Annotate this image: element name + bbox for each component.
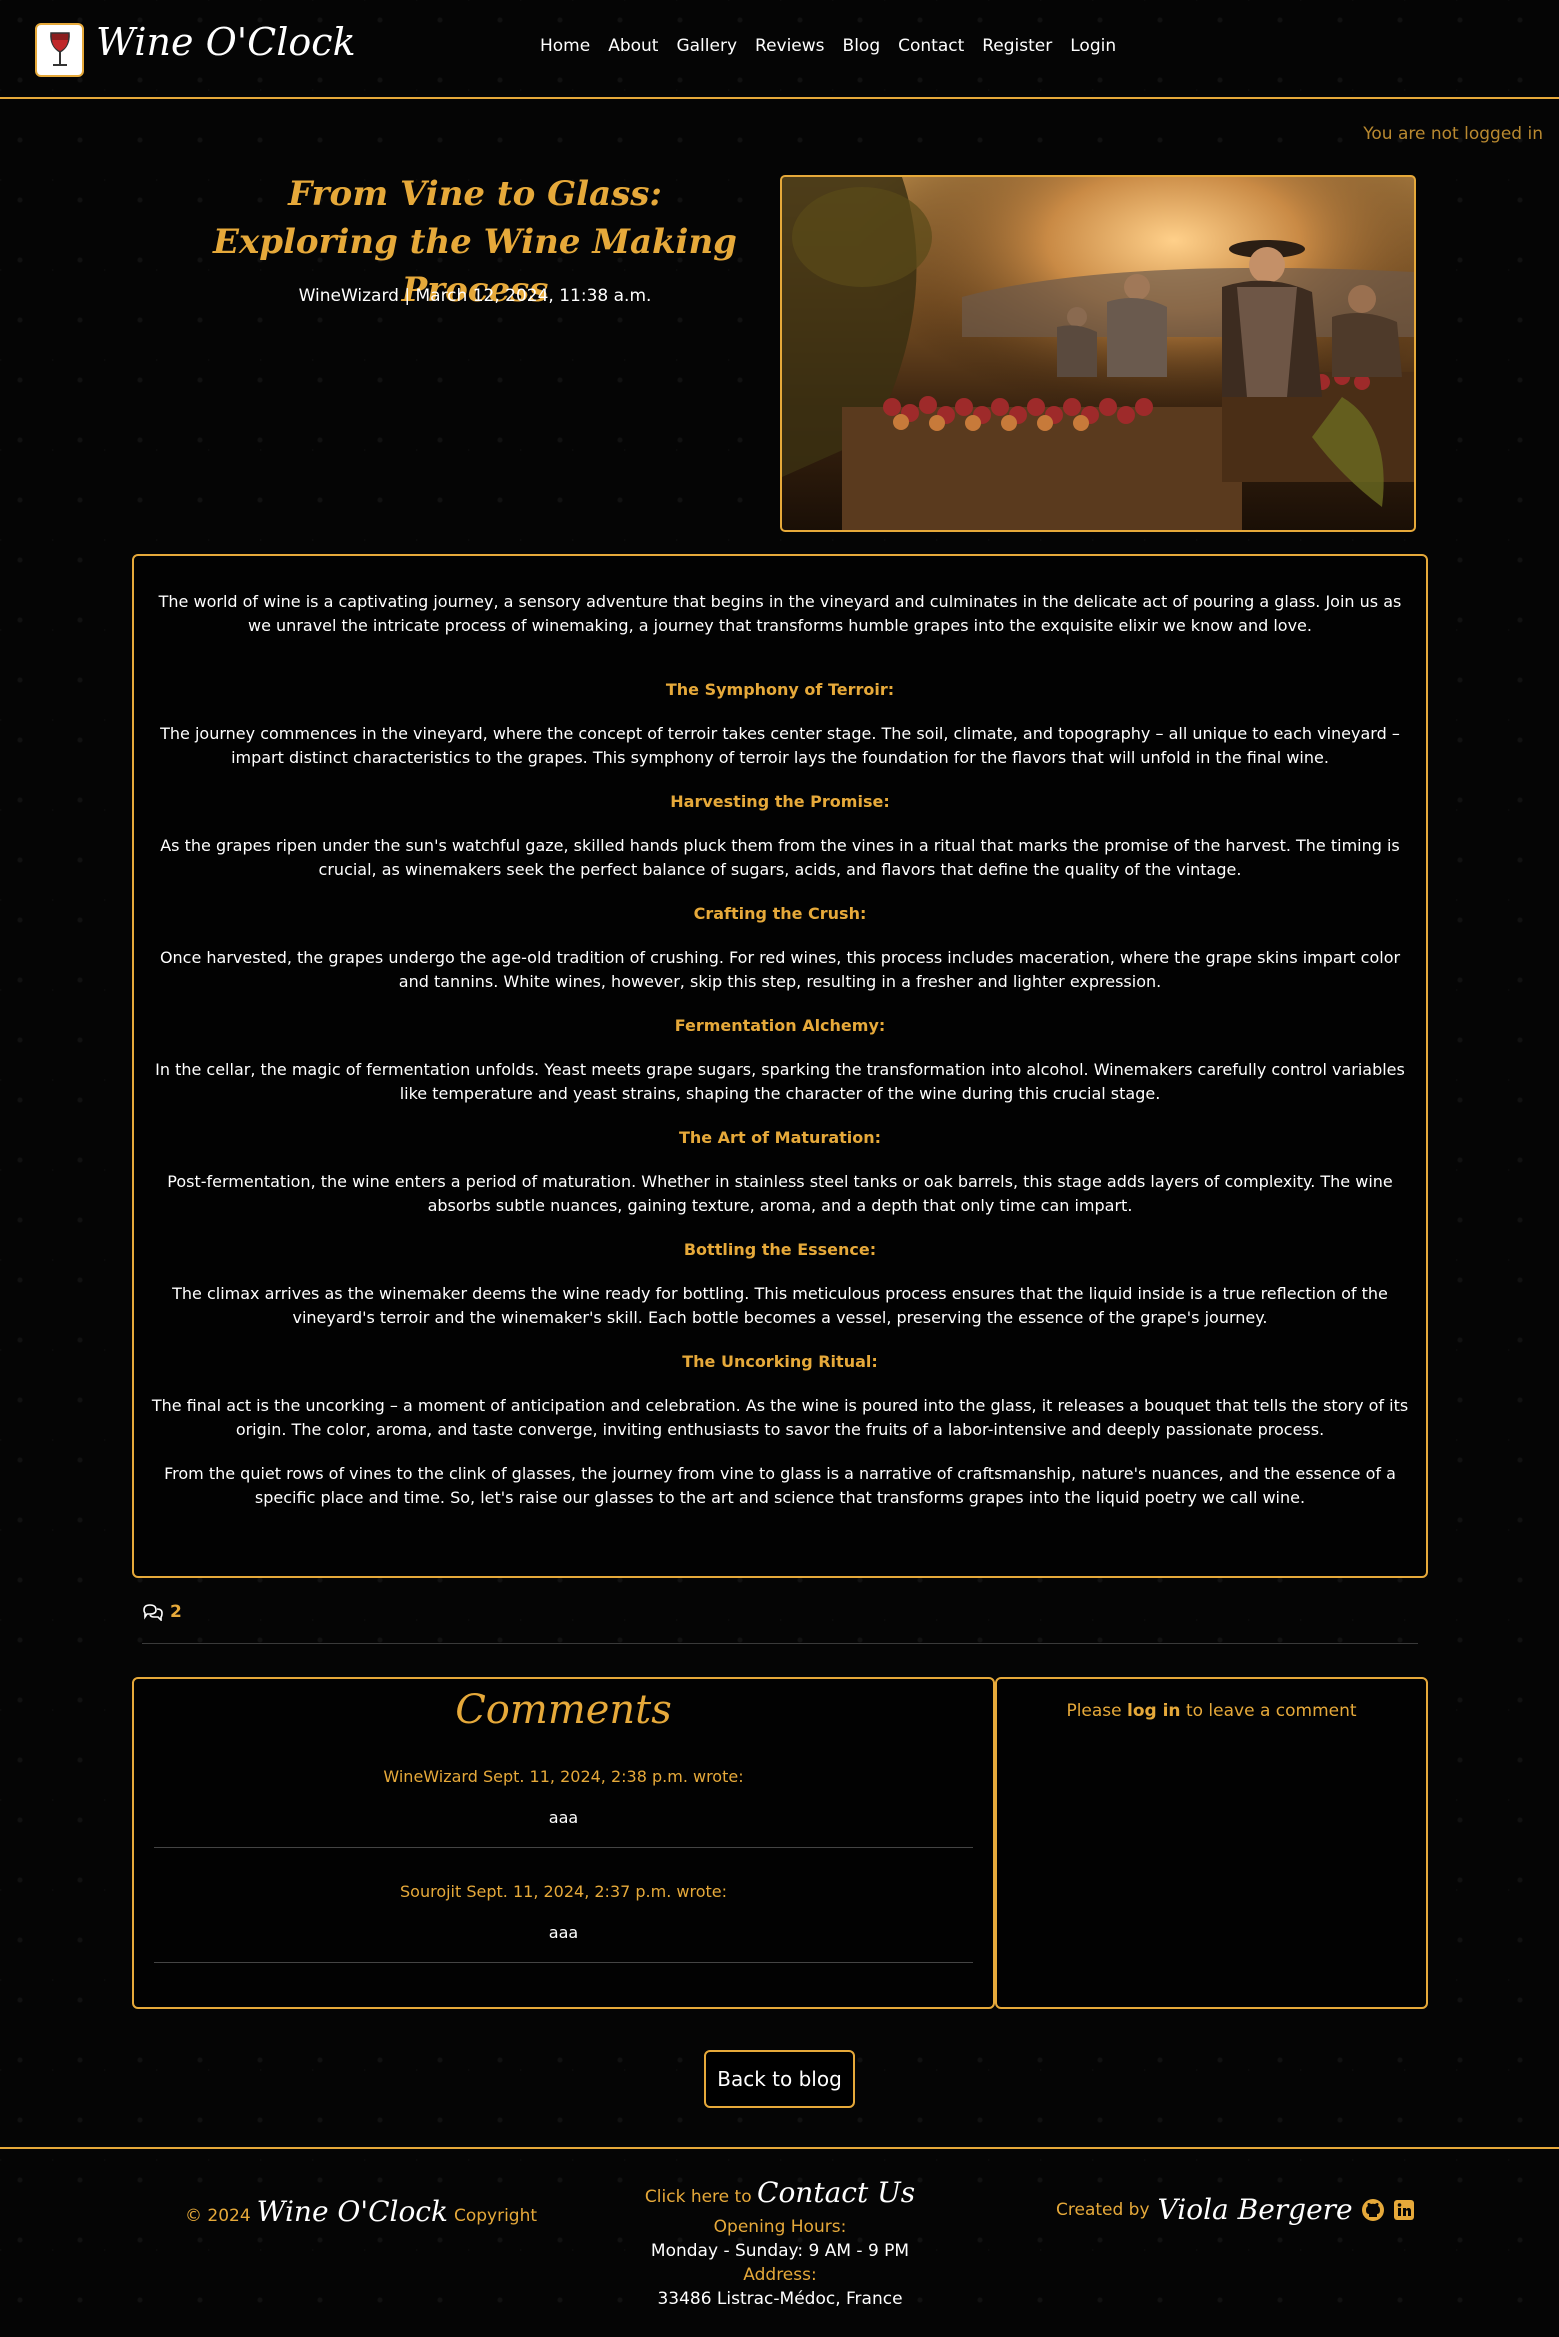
footer-credit: Created by Viola Bergere: [1056, 2193, 1415, 2226]
main-nav: Home About Gallery Reviews Blog Contact …: [540, 36, 1134, 56]
section-heading: Harvesting the Promise:: [670, 792, 890, 811]
nav-register[interactable]: Register: [982, 36, 1052, 56]
brand-name[interactable]: Wine O'Clock: [96, 20, 356, 64]
section-text: As the grapes ripen under the sun's watc…: [160, 836, 1400, 879]
section-heading: Fermentation Alchemy:: [674, 1016, 886, 1035]
github-icon[interactable]: [1361, 2198, 1385, 2222]
login-prompt-prefix: Please: [1066, 1701, 1128, 1721]
section-heading: The Uncorking Ritual:: [682, 1352, 878, 1371]
comment-count: 2: [142, 1602, 182, 1622]
opening-hours: Monday - Sunday: 9 AM - 9 PM: [650, 2241, 910, 2261]
nav-home[interactable]: Home: [540, 36, 590, 56]
author-name: Viola Bergere: [1157, 2193, 1353, 2226]
section-text: Post-fermentation, the wine enters a per…: [167, 1172, 1393, 1215]
section-text: The journey commences in the vineyard, w…: [160, 724, 1400, 767]
footer-contact: Click here to Contact Us Opening Hours: …: [560, 2179, 1000, 2311]
section-text: The climax arrives as the winemaker deem…: [172, 1284, 1388, 1327]
nav-blog[interactable]: Blog: [843, 36, 881, 56]
linkedin-icon[interactable]: [1393, 2199, 1415, 2221]
section-text: The final act is the uncorking – a momen…: [151, 1396, 1409, 1439]
comment-item: WineWizard Sept. 11, 2024, 2:38 p.m. wro…: [154, 1733, 973, 1848]
address-label: Address:: [743, 2265, 817, 2285]
login-prompt-suffix: to leave a comment: [1180, 1701, 1357, 1721]
section-heading: Crafting the Crush:: [693, 904, 867, 923]
comment-author-date: WineWizard Sept. 11, 2024, 2:38 p.m. wro…: [383, 1767, 744, 1786]
copyright-year: © 2024: [185, 2206, 251, 2226]
site-header: Wine O'Clock Home About Gallery Reviews …: [0, 0, 1559, 99]
article-closing: From the quiet rows of vines to the clin…: [164, 1464, 1396, 1507]
site-footer: © 2024 Wine O'Clock Copyright Click here…: [0, 2147, 1559, 2337]
section-heading: Bottling the Essence:: [683, 1240, 877, 1259]
article-body: The world of wine is a captivating journ…: [132, 554, 1428, 1578]
nav-contact[interactable]: Contact: [898, 36, 964, 56]
login-status: You are not logged in: [1363, 124, 1543, 144]
comment-body: aaa: [548, 1808, 579, 1827]
address: 33486 Listrac-Médoc, France: [657, 2289, 903, 2309]
comments-icon: [143, 1604, 163, 1621]
nav-login[interactable]: Login: [1070, 36, 1116, 56]
harvest-image: [780, 175, 1416, 532]
section-heading: The Art of Maturation:: [678, 1128, 882, 1147]
comment-body: aaa: [548, 1923, 579, 1942]
comment-author-date: Sourojit Sept. 11, 2024, 2:37 p.m. wrote…: [400, 1882, 727, 1901]
comments-title: Comments: [455, 1687, 672, 1733]
comment-item: Sourojit Sept. 11, 2024, 2:37 p.m. wrote…: [154, 1848, 973, 1963]
copyright-text: Copyright: [453, 2206, 538, 2226]
leave-comment-panel: Please log in to leave a comment: [995, 1677, 1428, 2009]
comments-panel: Comments WineWizard Sept. 11, 2024, 2:38…: [132, 1677, 995, 2009]
nav-gallery[interactable]: Gallery: [676, 36, 737, 56]
logo-icon[interactable]: [35, 23, 84, 77]
section-text: In the cellar, the magic of fermentation…: [155, 1060, 1405, 1103]
login-link[interactable]: log in: [1127, 1701, 1181, 1721]
hours-label: Opening Hours:: [713, 2217, 847, 2237]
nav-reviews[interactable]: Reviews: [755, 36, 825, 56]
comment-count-value: 2: [170, 1602, 182, 1622]
contact-us-link[interactable]: Contact Us: [757, 2176, 915, 2209]
nav-about[interactable]: About: [608, 36, 658, 56]
article-intro: The world of wine is a captivating journ…: [158, 592, 1402, 635]
divider: [142, 1643, 1418, 1644]
back-to-blog-button[interactable]: Back to blog: [704, 2050, 855, 2108]
article-meta: WineWizard | March 12, 2024, 11:38 a.m.: [298, 286, 652, 306]
section-text: Once harvested, the grapes undergo the a…: [159, 948, 1401, 991]
section-heading: The Symphony of Terroir:: [665, 680, 895, 699]
footer-copyright: © 2024 Wine O'Clock Copyright: [185, 2195, 537, 2228]
contact-prefix: Click here to: [644, 2187, 752, 2207]
footer-brand: Wine O'Clock: [256, 2195, 448, 2228]
created-by-label: Created by: [1056, 2199, 1150, 2220]
